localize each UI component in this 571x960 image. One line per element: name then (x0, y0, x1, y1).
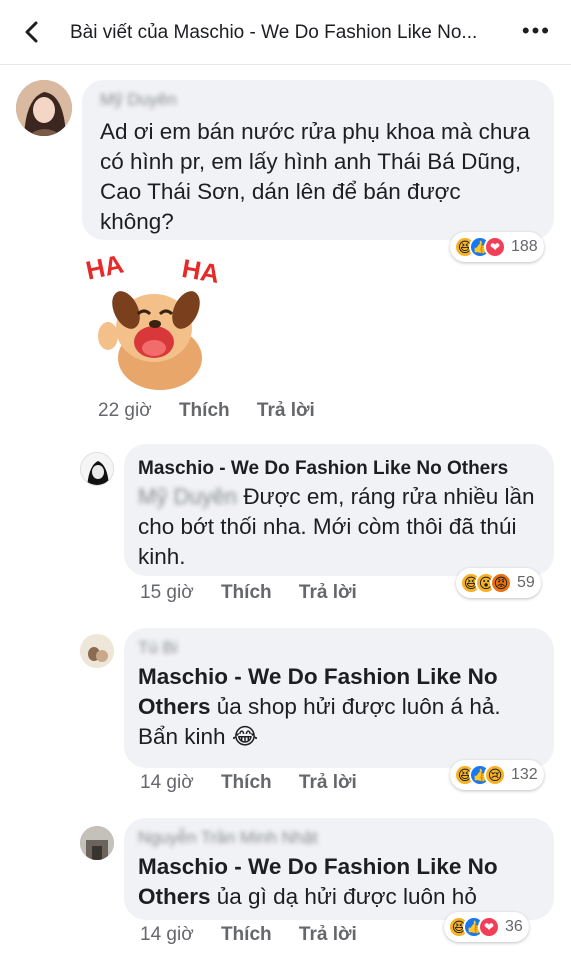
reaction-count: 132 (511, 766, 538, 783)
comment-meta: 15 giờ Thích Trả lời (140, 582, 379, 604)
top-bar: Bài viết của Maschio - We Do Fashion Lik… (0, 0, 571, 65)
like-button[interactable]: Thích (221, 924, 272, 945)
comment-bubble: Mỹ Duyên Ad ơi em bán nước rửa phụ khoa … (82, 80, 554, 240)
sticker-text-right: HA (179, 252, 222, 290)
comment-time: 14 giờ (140, 772, 194, 793)
comment-text: Ad ơi em bán nước rửa phụ khoa mà chưa c… (100, 119, 530, 234)
reply-button[interactable]: Trả lời (299, 582, 357, 603)
angry-reaction-icon: 😡 (490, 572, 512, 594)
comment-time: 15 giờ (140, 582, 194, 603)
commenter-name[interactable]: Tú Bi (138, 638, 178, 658)
commenter-name[interactable]: Nguyễn Trần Minh Nhật (138, 828, 318, 848)
comment-bubble: Tú Bi Maschio - We Do Fashion Like No Ot… (124, 628, 554, 768)
comment-meta: 14 giờ Thích Trả lời (140, 924, 379, 946)
comment-meta: 14 giờ Thích Trả lời (140, 772, 379, 794)
avatar[interactable] (80, 452, 114, 486)
reply-button[interactable]: Trả lời (299, 772, 357, 793)
reply-button[interactable]: Trả lời (257, 400, 315, 421)
mention[interactable]: Mỹ Duyên (138, 482, 237, 512)
comment-body: Mỹ Duyên Được em, ráng rửa nhiều lần cho… (138, 482, 548, 572)
reply-button[interactable]: Trả lời (299, 924, 357, 945)
commenter-name[interactable]: Maschio - We Do Fashion Like No Others (138, 458, 508, 480)
avatar[interactable] (16, 80, 72, 136)
reaction-summary[interactable]: 😆 👍 😢 132 (450, 760, 544, 790)
avatar[interactable] (80, 634, 114, 668)
comment-time: 14 giờ (140, 924, 194, 945)
like-button[interactable]: Thích (221, 772, 272, 793)
comment-bubble: Maschio - We Do Fashion Like No Others M… (124, 444, 554, 576)
reaction-summary[interactable]: 😆 👍 ❤ 36 (444, 912, 529, 942)
reaction-summary[interactable]: 😆 😮 😡 59 (456, 568, 541, 598)
comment-meta: 22 giờ Thích Trả lời (98, 400, 337, 422)
avatar[interactable] (80, 826, 114, 860)
more-dots-icon[interactable]: ••• (522, 18, 551, 44)
comment-time: 22 giờ (98, 400, 152, 421)
back-chevron-icon[interactable] (18, 18, 46, 46)
comment-body: Maschio - We Do Fashion Like No Others ủ… (138, 662, 543, 752)
comment-text: ủa gì dạ hửi được luôn hỏ (210, 884, 477, 909)
comment-body: Maschio - We Do Fashion Like No Others ủ… (138, 852, 543, 912)
commenter-name[interactable]: Mỹ Duyên (100, 90, 177, 110)
haha-dog-sticker: HA HA (82, 248, 232, 400)
love-reaction-icon: ❤ (484, 236, 506, 258)
reaction-count: 59 (517, 574, 535, 591)
reaction-count: 36 (505, 918, 523, 935)
page-title: Bài viết của Maschio - We Do Fashion Lik… (70, 22, 478, 43)
reaction-count: 188 (511, 238, 538, 255)
sad-reaction-icon: 😢 (484, 764, 506, 786)
like-button[interactable]: Thích (221, 582, 272, 603)
reaction-summary[interactable]: 😆 👍 ❤ 188 (450, 232, 544, 262)
like-button[interactable]: Thích (179, 400, 230, 421)
love-reaction-icon: ❤ (478, 916, 500, 938)
comment-bubble: Nguyễn Trần Minh Nhật Maschio - We Do Fa… (124, 818, 554, 920)
